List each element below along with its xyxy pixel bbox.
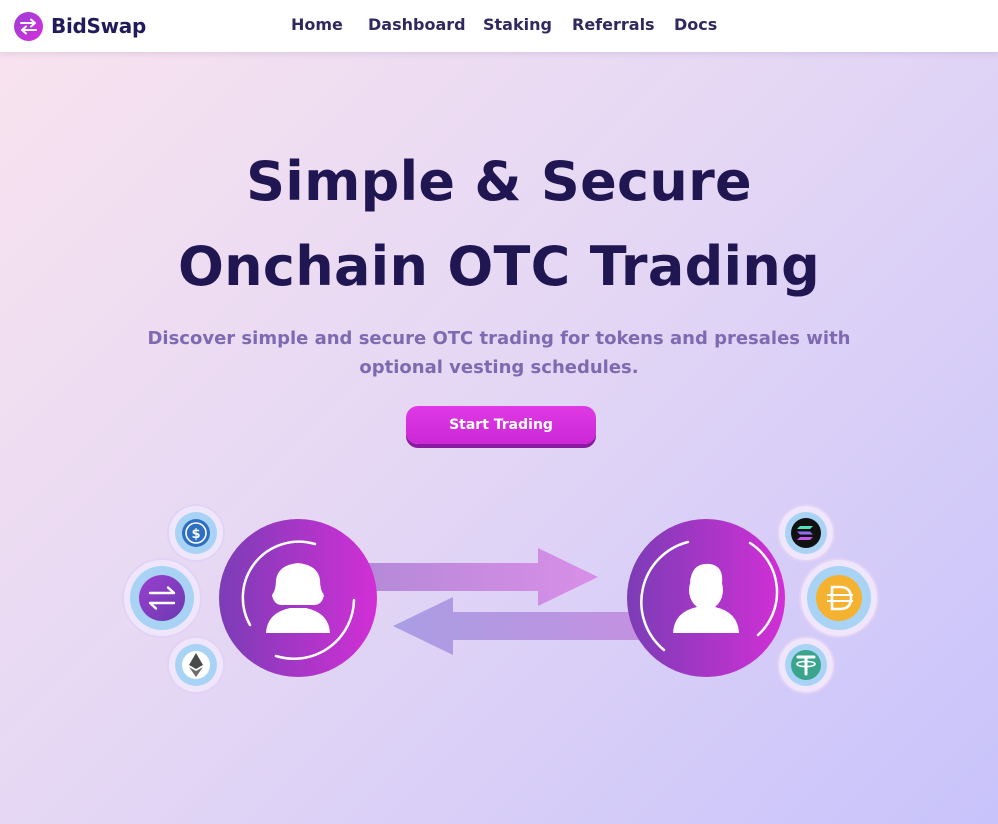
seller-avatar: [627, 519, 785, 677]
svg-text:$: $: [191, 527, 200, 542]
tether-icon: [777, 636, 835, 694]
usdc-icon: $: [167, 504, 225, 562]
solana-icon: [777, 504, 835, 562]
exchange-arrow-left-icon: [393, 597, 640, 655]
otc-trade-illustration: $: [122, 504, 879, 694]
exchange-arrow-right-icon: [365, 548, 598, 606]
swap-icon: [122, 558, 202, 638]
dai-icon: [799, 558, 879, 638]
buyer-avatar: [219, 519, 377, 677]
ethereum-icon: [167, 636, 225, 694]
